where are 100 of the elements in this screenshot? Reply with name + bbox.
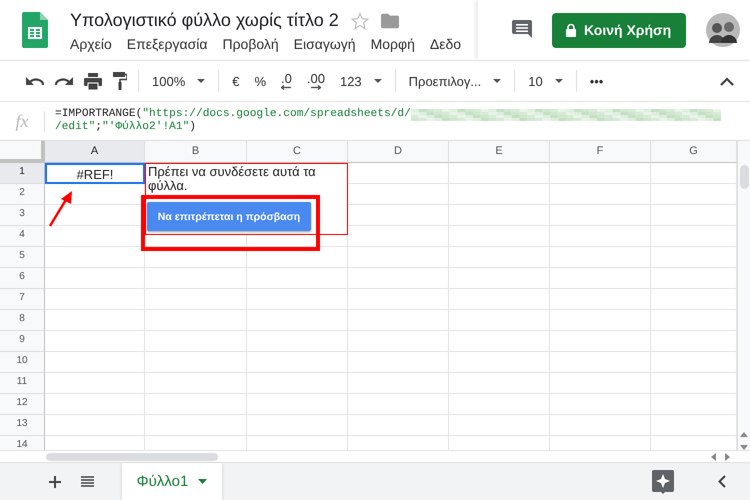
table-cell[interactable] (145, 268, 247, 289)
decimal-button[interactable]: .0 (279, 70, 294, 92)
table-cell[interactable] (247, 268, 348, 289)
explore-icon[interactable] (652, 470, 674, 494)
table-cell[interactable] (45, 331, 145, 352)
column-header[interactable]: F (550, 141, 651, 163)
row-header[interactable]: 1 (0, 163, 45, 184)
table-cell[interactable] (145, 331, 247, 352)
table-cell[interactable] (449, 415, 550, 436)
row-header[interactable]: 12 (0, 394, 45, 415)
menu-item[interactable]: Επεξεργασία (126, 36, 208, 52)
menu-item[interactable]: Δεδο (430, 36, 462, 52)
row-header[interactable]: 5 (0, 247, 45, 268)
sheet-tab[interactable]: Φύλλο1 (122, 463, 222, 500)
column-header[interactable]: E (449, 141, 550, 163)
row-header[interactable]: 7 (0, 289, 45, 310)
table-cell[interactable] (550, 331, 651, 352)
table-cell[interactable] (550, 205, 651, 226)
scroll-left-icon[interactable] (711, 452, 716, 460)
print-icon[interactable] (84, 72, 102, 90)
table-cell[interactable] (550, 289, 651, 310)
table-cell[interactable] (348, 373, 449, 394)
toolbar-button[interactable]: ••• (588, 72, 606, 90)
row-header[interactable]: 14 (0, 436, 45, 450)
table-cell[interactable] (550, 247, 651, 268)
row-header[interactable]: 6 (0, 268, 45, 289)
add-sheet-icon[interactable] (49, 476, 61, 488)
toolbar-dropdown[interactable]: 123 (338, 72, 384, 90)
decimal-button[interactable]: .00 (304, 70, 327, 92)
table-cell[interactable] (449, 331, 550, 352)
table-cell[interactable] (550, 373, 651, 394)
collapse-panel-icon[interactable] (718, 475, 726, 488)
table-cell[interactable] (449, 184, 550, 205)
row-header[interactable]: 3 (0, 205, 45, 226)
table-cell[interactable] (45, 373, 145, 394)
row-header[interactable]: 10 (0, 352, 45, 373)
scrollbar-thumb[interactable] (740, 165, 748, 189)
undo-icon[interactable] (26, 76, 44, 86)
table-cell[interactable] (45, 415, 145, 436)
table-cell[interactable] (145, 415, 247, 436)
table-cell[interactable] (348, 226, 449, 247)
avatar[interactable] (706, 13, 740, 47)
toolbar-button[interactable]: € (230, 72, 242, 90)
table-cell[interactable] (348, 394, 449, 415)
table-cell[interactable] (348, 331, 449, 352)
comment-icon[interactable] (512, 20, 532, 40)
table-cell[interactable] (550, 163, 651, 184)
table-cell[interactable] (449, 310, 550, 331)
table-cell[interactable] (247, 394, 348, 415)
scrollbar-thumb[interactable] (46, 452, 218, 460)
column-header[interactable]: A (45, 141, 145, 163)
table-cell[interactable] (145, 289, 247, 310)
table-cell[interactable] (449, 352, 550, 373)
table-cell[interactable] (145, 310, 247, 331)
document-title[interactable]: Υπολογιστικό φύλλο χωρίς τίτλο 2 (70, 10, 339, 31)
table-cell[interactable] (247, 331, 348, 352)
table-cell[interactable] (550, 310, 651, 331)
table-cell[interactable] (449, 394, 550, 415)
table-cell[interactable] (449, 205, 550, 226)
table-cell[interactable] (247, 310, 348, 331)
table-cell[interactable] (45, 268, 145, 289)
star-icon[interactable] (350, 12, 369, 30)
scroll-down-icon[interactable] (740, 445, 748, 450)
table-cell[interactable] (145, 352, 247, 373)
column-header[interactable]: D (348, 141, 449, 163)
table-cell[interactable] (348, 247, 449, 268)
table-cell[interactable] (45, 352, 145, 373)
table-cell[interactable] (550, 415, 651, 436)
row-header[interactable]: 4 (0, 226, 45, 247)
table-cell[interactable] (348, 415, 449, 436)
table-cell[interactable] (550, 184, 651, 205)
table-cell[interactable] (348, 268, 449, 289)
sheets-logo-icon[interactable] (22, 12, 48, 48)
table-cell[interactable] (348, 310, 449, 331)
toolbar-dropdown[interactable]: 100% (150, 72, 208, 90)
table-cell[interactable] (449, 247, 550, 268)
scroll-right-icon[interactable] (725, 452, 730, 460)
table-cell[interactable] (550, 268, 651, 289)
paint-format-icon[interactable] (113, 72, 127, 90)
toolbar-dropdown[interactable]: Προεπιλογ... (406, 72, 504, 90)
table-cell[interactable] (247, 247, 348, 268)
row-header[interactable]: 2 (0, 184, 45, 205)
table-cell[interactable] (45, 394, 145, 415)
table-cell[interactable] (45, 289, 145, 310)
menu-item[interactable]: Μορφή (370, 36, 415, 52)
table-cell[interactable] (247, 415, 348, 436)
table-cell[interactable] (348, 289, 449, 310)
row-header[interactable]: 9 (0, 331, 45, 352)
scroll-up-icon[interactable] (740, 432, 748, 437)
row-header[interactable]: 11 (0, 373, 45, 394)
share-button[interactable]: Κοινή Χρήση (552, 12, 686, 48)
table-cell[interactable]: #REF! (45, 163, 145, 184)
folder-icon[interactable] (380, 12, 399, 28)
table-cell[interactable] (247, 289, 348, 310)
table-cell[interactable] (348, 352, 449, 373)
row-header[interactable]: 13 (0, 415, 45, 436)
sheet-list-icon[interactable] (81, 476, 94, 487)
table-cell[interactable] (247, 352, 348, 373)
table-cell[interactable] (550, 394, 651, 415)
table-cell[interactable] (449, 226, 550, 247)
